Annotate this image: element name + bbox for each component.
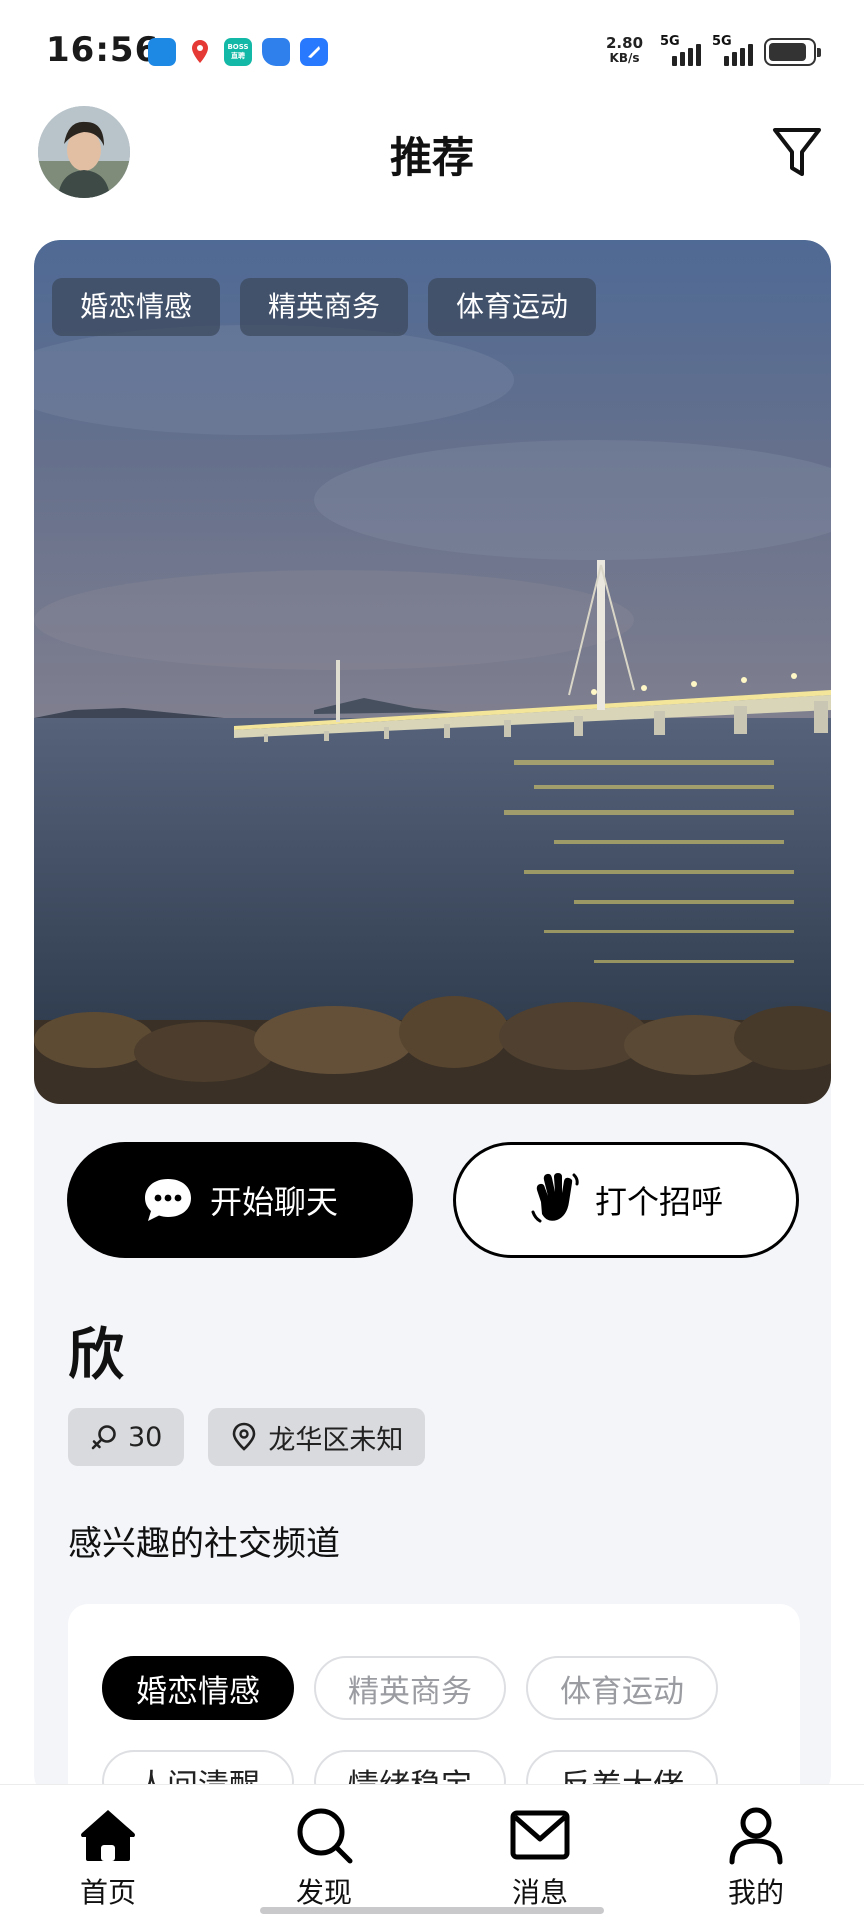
nav-label-messages: 消息 [511, 1876, 568, 1909]
channel-row: 婚恋情感 精英商务 体育运动 [102, 1656, 718, 1720]
profile-card: 婚恋情感 精英商务 体育运动 开始聊天 打个招呼 欣 30 龙华区未知 感兴趣的… [34, 240, 831, 1800]
notification-icons: BOSS直聘 [148, 38, 328, 66]
photo-tag: 体育运动 [428, 278, 597, 336]
age-chip: 30 [68, 1408, 185, 1466]
nav-item-home[interactable]: 首页 [48, 1805, 168, 1911]
nav-label-home: 首页 [79, 1876, 136, 1909]
status-time: 16:56 [46, 30, 160, 70]
signal-1-icon: 5G [660, 34, 701, 66]
nav-item-profile[interactable]: 我的 [696, 1805, 816, 1911]
network-speed: 2.80 KB/s [606, 36, 643, 66]
home-icon [81, 1810, 135, 1861]
home-indicator[interactable] [260, 1907, 604, 1914]
channel-pill[interactable]: 精英商务 [314, 1656, 506, 1720]
age-value: 30 [128, 1421, 163, 1453]
mail-icon [510, 1810, 570, 1860]
network-speed-unit: KB/s [609, 51, 640, 65]
profile-photo[interactable]: 婚恋情感 精英商务 体育运动 [34, 240, 831, 1104]
network-speed-value: 2.80 [606, 34, 644, 52]
chat-bubble-icon [144, 1179, 191, 1221]
filter-button[interactable] [772, 126, 822, 180]
battery-icon [764, 38, 821, 66]
person-icon [729, 1807, 783, 1865]
signal-1-label: 5G [660, 34, 680, 49]
channel-pill[interactable]: 体育运动 [526, 1656, 718, 1720]
female-gender-icon [91, 1425, 116, 1450]
search-icon [297, 1808, 353, 1864]
channels-section-title: 感兴趣的社交频道 [68, 1524, 340, 1564]
files-app-icon [262, 38, 290, 66]
start-chat-button[interactable]: 开始聊天 [67, 1142, 413, 1258]
say-hello-label: 打个招呼 [594, 1183, 723, 1221]
photo-tag: 婚恋情感 [52, 278, 221, 336]
nav-label-profile: 我的 [727, 1876, 784, 1909]
channel-pill-active[interactable]: 婚恋情感 [102, 1656, 294, 1720]
page-title: 推荐 [389, 133, 474, 182]
photo-tags: 婚恋情感 精英商务 体育运动 [52, 278, 597, 336]
start-chat-label: 开始聊天 [209, 1183, 338, 1221]
action-buttons: 开始聊天 打个招呼 [67, 1142, 799, 1258]
signal-2-label: 5G [712, 34, 732, 49]
profile-info-chips: 30 龙华区未知 [68, 1408, 426, 1466]
status-bar: 16:56 BOSS直聘 2.80 KB/s 5G 5G [0, 0, 864, 100]
waving-hand-icon [531, 1173, 579, 1223]
maps-app-icon [186, 38, 214, 66]
bottom-navigation: 首页 发现 消息 我的 [0, 1784, 864, 1920]
filter-icon [773, 128, 821, 176]
photo-tag: 精英商务 [240, 278, 409, 336]
top-header: 推荐 [0, 100, 864, 210]
signal-2-icon: 5G [712, 34, 753, 66]
boss-zhipin-app-icon: BOSS直聘 [224, 38, 252, 66]
blue-chat-app-icon [148, 38, 176, 66]
blue-app-icon [300, 38, 328, 66]
location-chip: 龙华区未知 [208, 1408, 426, 1466]
profile-name: 欣 [68, 1323, 124, 1388]
nav-item-messages[interactable]: 消息 [480, 1805, 600, 1911]
say-hello-button[interactable]: 打个招呼 [453, 1142, 799, 1258]
nav-item-discover[interactable]: 发现 [264, 1805, 384, 1911]
nav-label-discover: 发现 [295, 1876, 352, 1909]
location-pin-icon [233, 1422, 256, 1451]
boss-zhipin-icon-text: BOSS直聘 [227, 43, 249, 60]
channels-panel: 婚恋情感 精英商务 体育运动 人间清醒 情绪稳定 反差大佬 [68, 1604, 800, 1800]
location-value: 龙华区未知 [268, 1424, 404, 1456]
